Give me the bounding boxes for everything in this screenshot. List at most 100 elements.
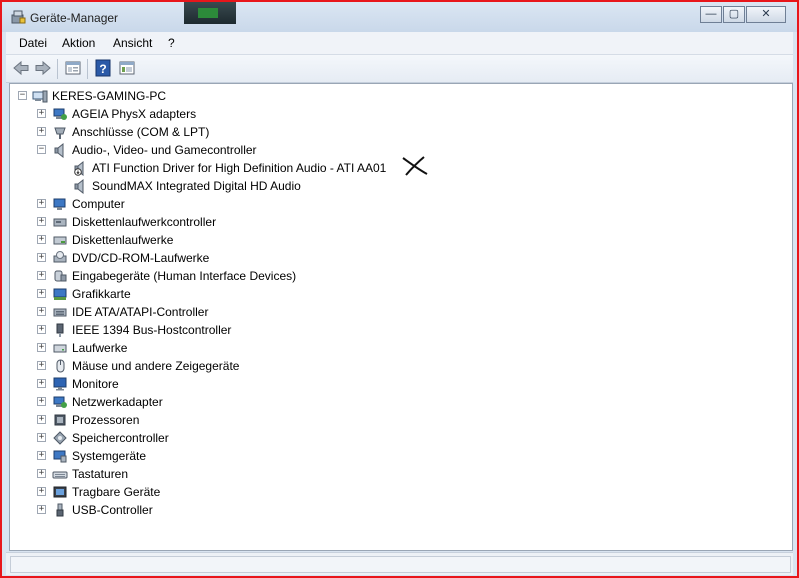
title-bar[interactable]: Geräte-Manager — ▢ ✕ [2,2,797,32]
device-manager-app-icon [11,10,26,24]
tree-category[interactable]: + DVD/CD-ROM-Laufwerke [10,249,770,267]
speaker-icon [74,178,84,194]
node-label: Audio-, Video- und Gamecontroller [72,143,257,157]
storage-controller-icon [53,431,67,445]
expand-toggle[interactable]: + [37,505,46,514]
expand-toggle[interactable]: + [37,397,46,406]
expand-toggle[interactable]: + [37,487,46,496]
node-label: IDE ATA/ATAPI-Controller [72,305,209,319]
tree-category[interactable]: + Prozessoren [10,411,770,429]
expand-toggle[interactable]: + [37,307,46,316]
floppy-drive-icon [53,236,67,245]
maximize-button[interactable]: ▢ [723,6,745,23]
node-label: USB-Controller [72,503,153,517]
expand-toggle[interactable]: + [37,235,46,244]
tree-category[interactable]: + Systemgeräte [10,447,770,465]
tree-category[interactable]: + Tragbare Geräte [10,483,770,501]
expand-toggle[interactable]: + [37,379,46,388]
portable-device-icon [53,486,67,498]
expand-toggle[interactable]: + [37,289,46,298]
tree-category[interactable]: + Diskettenlaufwerkcontroller [10,213,770,231]
expand-toggle[interactable]: + [37,343,46,352]
taskbar-thumbnail-fragment [184,2,236,24]
view-icon[interactable] [118,59,136,77]
tree-category[interactable]: − Audio-, Video- und Gamecontroller [10,141,770,159]
expand-toggle[interactable]: + [37,469,46,478]
device-manager-window: Geräte-Manager — ▢ ✕ Datei Aktion Ansich… [0,0,799,578]
node-label: KERES-GAMING-PC [52,89,167,103]
svg-text:?: ? [99,62,106,76]
properties-icon[interactable] [64,59,82,77]
tree-category[interactable]: + Speichercontroller [10,429,770,447]
expand-toggle[interactable]: + [37,109,46,118]
node-label: Grafikkarte [72,287,131,301]
node-label: DVD/CD-ROM-Laufwerke [72,251,210,265]
tree-category[interactable]: + USB-Controller [10,501,770,519]
back-arrow-icon[interactable] [12,59,30,77]
tree-category[interactable]: + Netzwerkadapter [10,393,770,411]
menu-bar: Datei Aktion Ansicht ? [6,32,793,55]
network-adapter-icon [53,108,67,120]
device-tree[interactable]: − KERES-GAMING-PC + AGEIA PhysX adapters + An… [9,83,793,551]
node-label: SoundMAX Integrated Digital HD Audio [92,179,301,193]
monitor-icon [53,377,67,391]
keyboard-icon [52,471,68,479]
node-label: Systemgeräte [72,449,147,463]
dvd-drive-icon [53,251,67,263]
firewire-icon [56,323,64,337]
menu-file[interactable]: Datei [19,36,47,50]
close-button[interactable]: ✕ [746,6,786,23]
speaker-icon [54,142,64,158]
tree-category[interactable]: + Mäuse und andere Zeigegeräte [10,357,770,375]
tree-category[interactable]: + Grafikkarte [10,285,770,303]
expand-toggle[interactable]: + [37,433,46,442]
display-adapter-icon [53,288,67,300]
collapse-toggle[interactable]: − [37,145,46,154]
window-title: Geräte-Manager [30,11,119,25]
tree-category[interactable]: + Monitore [10,375,770,393]
tree-category[interactable]: + Laufwerke [10,339,770,357]
menu-view[interactable]: Ansicht [113,36,152,50]
node-label: IEEE 1394 Bus-Hostcontroller [72,323,232,337]
expand-toggle[interactable]: + [37,199,46,208]
computer-root-icon [32,90,48,103]
help-icon[interactable]: ? [94,59,112,77]
expand-toggle[interactable]: + [37,127,46,136]
menu-action[interactable]: Aktion [62,36,95,50]
collapse-toggle[interactable]: − [18,91,27,100]
menu-help[interactable]: ? [168,36,175,50]
tree-category[interactable]: + Computer [10,195,770,213]
tree-category[interactable]: + AGEIA PhysX adapters [10,105,770,123]
tree-category[interactable]: + Diskettenlaufwerke [10,231,770,249]
expand-toggle[interactable]: + [37,325,46,334]
speaker-disabled-icon [74,160,84,176]
tree-category[interactable]: + Eingabegeräte (Human Interface Devices) [10,267,770,285]
minimize-button[interactable]: — [700,6,722,23]
tree-category[interactable]: + Tastaturen [10,465,770,483]
node-label: Tragbare Geräte [72,485,161,499]
tree-category[interactable]: + Anschlüsse (COM & LPT) [10,123,770,141]
computer-icon [53,198,66,210]
forward-arrow-icon[interactable] [34,59,52,77]
node-label: Prozessoren [72,413,140,427]
expand-toggle[interactable]: + [37,217,46,226]
status-bar [6,552,793,575]
tree-root-computer[interactable]: − KERES-GAMING-PC [10,87,770,105]
node-label: Speichercontroller [72,431,169,445]
node-label: Diskettenlaufwerke [72,233,174,247]
node-label: AGEIA PhysX adapters [72,107,197,121]
tree-category[interactable]: + IDE ATA/ATAPI-Controller [10,303,770,321]
expand-toggle[interactable]: + [37,271,46,280]
tree-device[interactable]: ATI Function Driver for High Definition … [10,156,770,177]
node-label: Anschlüsse (COM & LPT) [72,125,210,139]
node-label: Laufwerke [72,341,128,355]
expand-toggle[interactable]: + [37,415,46,424]
tree-device[interactable]: SoundMAX Integrated Digital HD Audio [10,177,770,195]
port-icon [54,127,66,139]
tree-category[interactable]: + IEEE 1394 Bus-Hostcontroller [10,321,770,339]
expand-toggle[interactable]: + [37,253,46,262]
expand-toggle[interactable]: + [37,451,46,460]
usb-icon [56,503,64,517]
node-label: Mäuse und andere Zeigegeräte [72,359,240,373]
expand-toggle[interactable]: + [37,361,46,370]
